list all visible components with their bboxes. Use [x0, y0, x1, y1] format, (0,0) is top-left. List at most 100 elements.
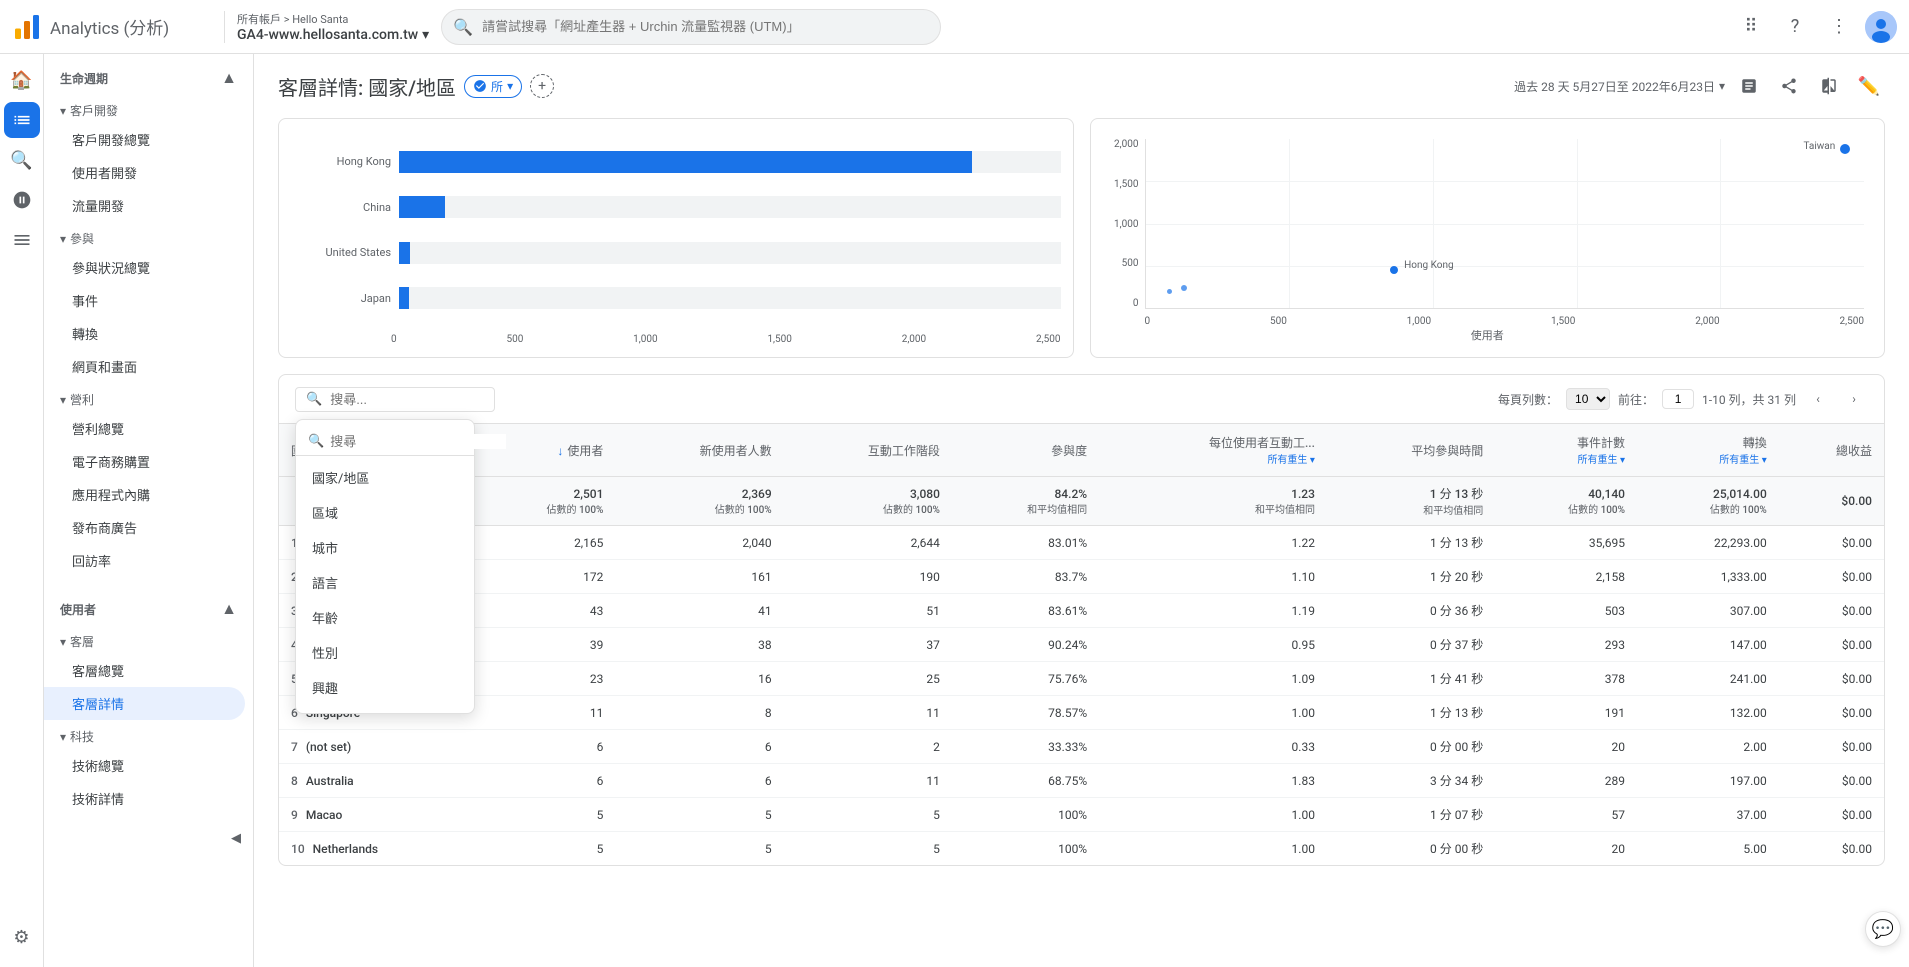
dropdown-item-gender[interactable]: 性別 — [296, 635, 474, 670]
scatter-dot-hongkong — [1390, 266, 1398, 274]
sidebar-item-pages[interactable]: 網頁和畫面 — [44, 350, 245, 383]
sidebar-group-tech[interactable]: ▾ 科技 — [44, 720, 253, 749]
date-range-selector[interactable]: 過去 28 天 5月27日至 2022年6月23日 ▾ — [1514, 78, 1725, 95]
more-icon[interactable]: ⋮ — [1821, 9, 1857, 45]
bar-track-china — [399, 196, 1061, 218]
per-page-label: 每頁列數： — [1498, 391, 1558, 408]
dropdown-item-language[interactable]: 語言 — [296, 565, 474, 600]
next-page-button[interactable]: › — [1840, 385, 1868, 413]
per-page-select[interactable]: 10 25 50 — [1566, 388, 1610, 410]
dropdown-item-city[interactable]: 城市 — [296, 530, 474, 565]
nav-collapse-footer[interactable]: ◀ — [44, 823, 253, 854]
home-icon-btn[interactable]: 🏠 — [4, 62, 40, 98]
cell-users: 2,165 — [474, 526, 616, 560]
col-header-new-users: 新使用者人數 — [615, 424, 783, 477]
cell-avg-time: 0 分 37 秒 — [1327, 628, 1495, 662]
col-header-users[interactable]: ↓使用者 — [474, 424, 616, 477]
dropdown-item-country[interactable]: 國家/地區 — [296, 460, 474, 495]
explore-icon-btn[interactable]: 🔍 — [4, 142, 40, 178]
edit-button[interactable]: ✏️ — [1853, 70, 1885, 102]
table-search-input[interactable] — [330, 392, 484, 407]
cell-engagement: 100% — [952, 832, 1099, 866]
dropdown-item-interests[interactable]: 興趣 — [296, 670, 474, 705]
sidebar-item-tech-detail[interactable]: 技術詳情 — [44, 782, 245, 815]
scatter-dot-small1 — [1181, 285, 1187, 291]
apps-icon[interactable]: ⠿ — [1733, 9, 1769, 45]
cell-new-users: 5 — [615, 832, 783, 866]
site-selector[interactable]: GA4-www.hellosanta.com.tw ▾ — [237, 27, 429, 43]
cell-avg-time: 0 分 00 秒 — [1327, 832, 1495, 866]
avatar[interactable] — [1865, 11, 1897, 43]
sidebar-item-traffic-acquisition[interactable]: 流量開發 — [44, 189, 245, 222]
save-report-button[interactable] — [1733, 70, 1765, 102]
cell-sessions: 25 — [784, 662, 952, 696]
share-button[interactable] — [1773, 70, 1805, 102]
sidebar-item-acquisition-overview[interactable]: 客戶開發總覽 — [44, 123, 245, 156]
sidebar-item-conversions[interactable]: 轉換 — [44, 317, 245, 350]
prev-page-button[interactable]: ‹ — [1804, 385, 1832, 413]
bar-fill-us — [399, 242, 410, 264]
ads-icon-btn[interactable] — [4, 182, 40, 218]
charts-row: Hong Kong China United S — [278, 118, 1885, 358]
cell-avg-time: 1 分 13 秒 — [1327, 696, 1495, 730]
sidebar-item-in-app[interactable]: 應用程式內購 — [44, 478, 245, 511]
cell-users: 23 — [474, 662, 616, 696]
cell-conversion: 1,333.00 — [1637, 560, 1779, 594]
bar-label-us: United States — [301, 246, 391, 259]
cell-events: 20 — [1495, 730, 1637, 764]
sidebar-item-events[interactable]: 事件 — [44, 284, 245, 317]
page-input[interactable] — [1662, 389, 1694, 409]
sidebar-item-monetization-overview[interactable]: 營利總覽 — [44, 412, 245, 445]
cell-users: 39 — [474, 628, 616, 662]
cell-sessions: 11 — [784, 696, 952, 730]
dropdown-item-region[interactable]: 區域 — [296, 495, 474, 530]
col-header-revenue: 總收益 — [1779, 424, 1884, 477]
cell-users: 43 — [474, 594, 616, 628]
lifecycle-header[interactable]: 生命週期 ▲ — [44, 62, 253, 94]
pagination-range: 1-10 列，共 31 列 — [1702, 391, 1796, 408]
scatter-label-hongkong: Hong Kong — [1404, 260, 1453, 271]
filter-chip[interactable]: 所 ▾ — [464, 75, 522, 98]
table-total-row: 2,501 佔數的 100% 2,369 佔數的 100% 3,080 佔數的 … — [279, 477, 1884, 526]
sidebar-item-ecommerce[interactable]: 電子商務購置 — [44, 445, 245, 478]
sidebar-group-monetization[interactable]: ▾ 營利 — [44, 383, 253, 412]
settings-icon-btn[interactable]: ⚙ — [4, 919, 40, 955]
date-range-text: 過去 28 天 5月27日至 2022年6月23日 — [1514, 78, 1715, 95]
page-header-left: 客層詳情: 國家/地區 所 ▾ + — [278, 72, 554, 101]
add-filter-button[interactable]: + — [530, 74, 554, 98]
lifecycle-section: 生命週期 ▲ ▾ 客戶開發 客戶開發總覽 使用者開發 流量開發 ▾ 參與 參與狀… — [44, 54, 253, 585]
sidebar-item-engagement-overview[interactable]: 參與狀況總覽 — [44, 251, 245, 284]
cell-new-users: 161 — [615, 560, 783, 594]
compare-button[interactable] — [1813, 70, 1845, 102]
sidebar-item-publisher[interactable]: 發布商廣告 — [44, 511, 245, 544]
breadcrumb-parent: 所有帳戶 > Hello Santa — [237, 11, 429, 27]
sidebar-item-demographics-detail[interactable]: 客層詳情 — [44, 687, 245, 720]
table-body: 2,501 佔數的 100% 2,369 佔數的 100% 3,080 佔數的 … — [279, 477, 1884, 866]
user-section-header[interactable]: 使用者 ▲ — [44, 593, 253, 625]
sidebar-group-engagement[interactable]: ▾ 參與 — [44, 222, 253, 251]
cell-users: 5 — [474, 798, 616, 832]
sidebar-item-demographics-overview[interactable]: 客層總覽 — [44, 654, 245, 687]
dropdown-search-input[interactable] — [330, 434, 506, 449]
sidebar-group-acquisition[interactable]: ▾ 客戶開發 — [44, 94, 253, 123]
search-icon: 🔍 — [453, 17, 473, 36]
cell-conversion: 197.00 — [1637, 764, 1779, 798]
search-input[interactable] — [441, 9, 941, 45]
chat-button[interactable]: 💬 — [1865, 911, 1901, 947]
breadcrumb: 所有帳戶 > Hello Santa GA4-www.hellosanta.co… — [224, 11, 429, 43]
cell-revenue: $0.00 — [1779, 526, 1884, 560]
cell-avg-time: 3 分 34 秒 — [1327, 764, 1495, 798]
bar-track-japan — [399, 287, 1061, 309]
configure-icon-btn[interactable] — [4, 222, 40, 258]
cell-spu: 1.83 — [1099, 764, 1327, 798]
sidebar-item-tech-overview[interactable]: 技術總覽 — [44, 749, 245, 782]
reports-icon-btn[interactable] — [4, 102, 40, 138]
sidebar-item-user-acquisition[interactable]: 使用者開發 — [44, 156, 245, 189]
sidebar-item-retention[interactable]: 回訪率 — [44, 544, 245, 577]
help-icon[interactable]: ? — [1777, 9, 1813, 45]
table-search-wrap: 🔍 — [295, 387, 495, 412]
table-toolbar: 🔍 🔍 國家/地區 區域 城市 語言 年齡 性別 興趣 每頁列數： — [279, 375, 1884, 424]
cell-revenue: $0.00 — [1779, 798, 1884, 832]
sidebar-group-demographics[interactable]: ▾ 客層 — [44, 625, 253, 654]
dropdown-item-age[interactable]: 年齡 — [296, 600, 474, 635]
